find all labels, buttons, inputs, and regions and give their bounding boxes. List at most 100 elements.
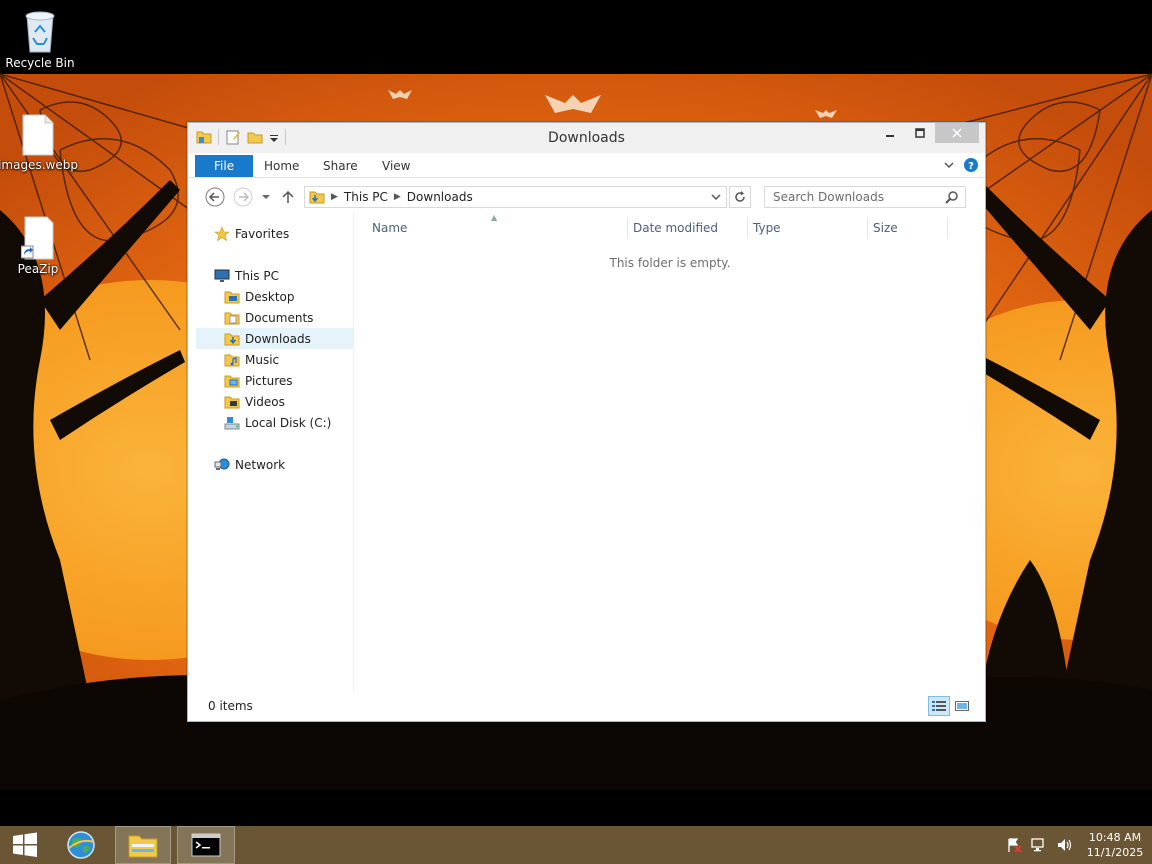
volume-icon[interactable] (1056, 837, 1074, 853)
breadcrumb-downloads[interactable]: Downloads (407, 190, 473, 204)
column-divider[interactable] (867, 217, 868, 239)
nav-label: This PC (235, 268, 279, 283)
system-tray: 10:48 AM 11/1/2025 (1006, 826, 1152, 864)
nav-favorites[interactable]: Favorites (214, 223, 289, 244)
large-icons-view-button[interactable] (951, 696, 973, 716)
column-divider[interactable] (627, 217, 628, 239)
close-button[interactable] (935, 123, 979, 143)
status-bar: 0 items (188, 691, 985, 721)
taskbar-command-prompt-button[interactable] (177, 826, 235, 864)
column-header-date-modified[interactable]: Date modified (633, 221, 718, 235)
documents-folder-icon (224, 312, 240, 324)
up-arrow-icon (282, 190, 294, 203)
forward-button[interactable] (232, 186, 254, 208)
nav-downloads[interactable]: Downloads (196, 328, 353, 349)
ribbon-controls: ? (943, 157, 979, 173)
shortcut-file-icon (21, 216, 54, 260)
title-bar[interactable]: Downloads (188, 123, 985, 153)
empty-folder-message: This folder is empty. (609, 256, 731, 270)
sort-indicator-icon: ▲ (491, 213, 498, 222)
downloads-folder-icon (309, 191, 325, 204)
expand-ribbon-icon[interactable] (943, 159, 955, 171)
search-box[interactable] (764, 186, 966, 208)
help-icon[interactable]: ? (963, 157, 979, 173)
tab-view[interactable]: View (370, 155, 422, 177)
nav-music[interactable]: Music (224, 349, 279, 370)
recycle-bin-icon (25, 11, 55, 53)
nav-label: Videos (245, 394, 285, 409)
clock[interactable]: 10:48 AM 11/1/2025 (1082, 830, 1148, 860)
nav-pictures[interactable]: Pictures (224, 370, 293, 391)
address-history-dropdown-icon[interactable] (710, 191, 722, 203)
column-divider[interactable] (747, 217, 748, 239)
column-header-type[interactable]: Type (753, 221, 781, 235)
clock-time: 10:48 AM (1088, 831, 1142, 844)
column-header-name[interactable]: Name (372, 221, 407, 235)
videos-folder-icon (224, 396, 240, 408)
explorer-window: Downloads File Home Share View ? ▶ This … (187, 122, 986, 722)
breadcrumb-this-pc[interactable]: This PC (344, 190, 388, 204)
computer-icon (214, 269, 230, 282)
action-center-flag-icon[interactable] (1006, 837, 1022, 853)
clock-date: 11/1/2025 (1086, 846, 1144, 859)
up-button[interactable] (280, 186, 298, 208)
minimize-icon (886, 135, 894, 137)
breadcrumb-separator-icon: ▶ (393, 192, 401, 202)
nav-network[interactable]: Network (214, 454, 285, 475)
tab-share[interactable]: Share (311, 155, 370, 177)
nav-label: Desktop (245, 289, 295, 304)
desktop-icon-images-webp[interactable]: images.webp (0, 114, 78, 172)
file-explorer-icon (128, 835, 158, 858)
forward-arrow-icon (233, 187, 253, 207)
column-divider[interactable] (947, 217, 948, 239)
nav-documents[interactable]: Documents (224, 307, 313, 328)
tab-file[interactable]: File (195, 155, 254, 177)
start-button[interactable] (0, 826, 50, 864)
desktop-icon-label: Recycle Bin (5, 56, 75, 70)
navigation-pane: Favorites This PC Desktop Documents Down… (188, 213, 354, 691)
browser-globe-icon (67, 831, 95, 859)
network-status-icon[interactable] (1030, 837, 1048, 853)
details-view-icon (932, 701, 946, 711)
windows-logo-icon (13, 832, 37, 857)
nav-label: Network (235, 457, 286, 472)
desktop-icon-peazip[interactable]: PeaZip (0, 216, 78, 276)
back-button[interactable] (204, 186, 226, 208)
ribbon: File Home Share View ? (188, 153, 985, 178)
column-header-size[interactable]: Size (873, 221, 898, 235)
pictures-folder-icon (224, 375, 240, 387)
nav-desktop[interactable]: Desktop (224, 286, 295, 307)
network-icon (214, 458, 230, 470)
nav-local-disk[interactable]: Local Disk (C:) (224, 412, 331, 433)
music-folder-icon (224, 354, 240, 366)
refresh-button[interactable] (729, 186, 751, 208)
tab-home[interactable]: Home (252, 155, 311, 177)
file-list[interactable]: ▲ Name Date modified Type Size This fold… (355, 213, 985, 691)
nav-label: Documents (245, 310, 314, 325)
star-icon (214, 225, 230, 241)
nav-label: Favorites (235, 226, 290, 241)
refresh-icon (735, 191, 745, 202)
details-view-button[interactable] (928, 696, 950, 716)
search-icon[interactable] (945, 190, 959, 204)
desktop-folder-icon (224, 291, 240, 303)
search-input[interactable] (765, 187, 935, 207)
nav-videos[interactable]: Videos (224, 391, 285, 412)
minimize-button[interactable] (875, 123, 905, 143)
downloads-folder-icon (224, 333, 240, 345)
taskbar-file-explorer-button[interactable] (115, 826, 171, 864)
taskbar: 10:48 AM 11/1/2025 (0, 826, 1152, 864)
desktop-icon-recycle-bin[interactable]: Recycle Bin (0, 8, 80, 70)
recent-locations-button[interactable] (260, 186, 274, 208)
file-icon (22, 114, 54, 156)
maximize-button[interactable] (905, 123, 935, 143)
hard-drive-icon (224, 416, 240, 429)
large-icons-view-icon (955, 701, 969, 711)
address-row: ▶ This PC ▶ Downloads (188, 179, 985, 213)
nav-label: Downloads (245, 331, 311, 346)
address-bar[interactable]: ▶ This PC ▶ Downloads (304, 186, 727, 208)
taskbar-browser-button[interactable] (58, 826, 104, 864)
item-count: 0 items (208, 699, 253, 713)
nav-this-pc[interactable]: This PC (214, 265, 279, 286)
nav-label: Local Disk (C:) (245, 415, 332, 430)
